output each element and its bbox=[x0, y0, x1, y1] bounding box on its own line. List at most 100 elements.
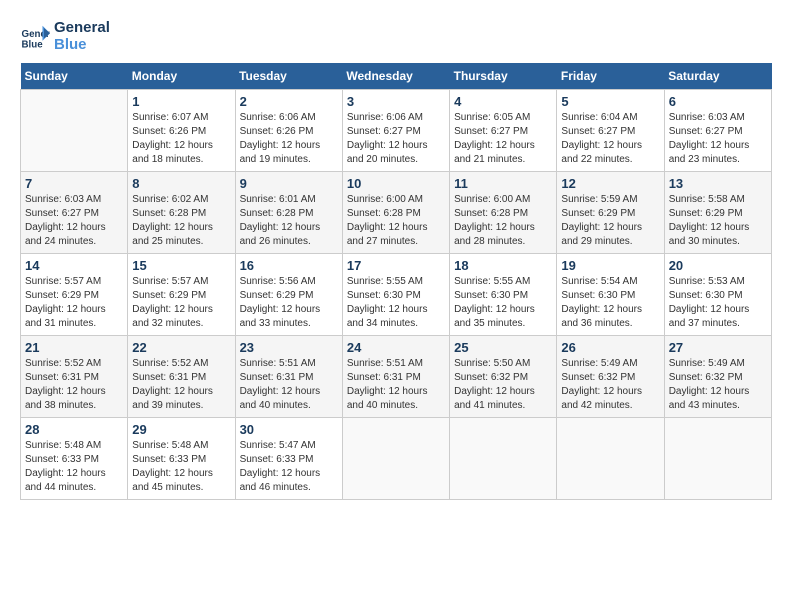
day-number: 30 bbox=[240, 422, 338, 437]
day-info: Sunrise: 5:49 AMSunset: 6:32 PMDaylight:… bbox=[561, 357, 659, 413]
header-thursday: Thursday bbox=[450, 63, 557, 90]
day-number: 8 bbox=[132, 176, 230, 191]
calendar-week-3: 14 Sunrise: 5:57 AMSunset: 6:29 PMDayligh… bbox=[21, 254, 772, 336]
day-number: 21 bbox=[25, 340, 123, 355]
calendar-cell: 17 Sunrise: 5:55 AMSunset: 6:30 PMDayligh… bbox=[342, 254, 449, 336]
calendar-cell: 4 Sunrise: 6:05 AMSunset: 6:27 PMDaylight… bbox=[450, 90, 557, 172]
day-info: Sunrise: 5:47 AMSunset: 6:33 PMDaylight:… bbox=[240, 439, 338, 495]
calendar-cell: 19 Sunrise: 5:54 AMSunset: 6:30 PMDayligh… bbox=[557, 254, 664, 336]
day-info: Sunrise: 5:51 AMSunset: 6:31 PMDaylight:… bbox=[240, 357, 338, 413]
calendar-cell: 30 Sunrise: 5:47 AMSunset: 6:33 PMDayligh… bbox=[235, 418, 342, 500]
calendar-cell bbox=[664, 418, 771, 500]
calendar-cell: 29 Sunrise: 5:48 AMSunset: 6:33 PMDayligh… bbox=[128, 418, 235, 500]
day-info: Sunrise: 5:57 AMSunset: 6:29 PMDaylight:… bbox=[132, 275, 230, 331]
day-info: Sunrise: 5:48 AMSunset: 6:33 PMDaylight:… bbox=[25, 439, 123, 495]
calendar-cell: 3Sunrise: 6:06 AMSunset: 6:27 PMDaylight… bbox=[342, 90, 449, 172]
day-number: 23 bbox=[240, 340, 338, 355]
day-number: 15 bbox=[132, 258, 230, 273]
day-number: 27 bbox=[669, 340, 767, 355]
day-info: Sunrise: 5:56 AMSunset: 6:29 PMDaylight:… bbox=[240, 275, 338, 331]
day-number: 25 bbox=[454, 340, 552, 355]
day-number: 12 bbox=[561, 176, 659, 191]
calendar-cell bbox=[342, 418, 449, 500]
day-info: Sunrise: 5:51 AMSunset: 6:31 PMDaylight:… bbox=[347, 357, 445, 413]
day-number: 9 bbox=[240, 176, 338, 191]
calendar-cell bbox=[557, 418, 664, 500]
day-number: 2 bbox=[240, 94, 338, 109]
calendar-cell: 25 Sunrise: 5:50 AMSunset: 6:32 PMDayligh… bbox=[450, 336, 557, 418]
day-number: 17 bbox=[347, 258, 445, 273]
day-number: 13 bbox=[669, 176, 767, 191]
day-info: Sunrise: 5:50 AMSunset: 6:32 PMDaylight:… bbox=[454, 357, 552, 413]
calendar-cell: 22 Sunrise: 5:52 AMSunset: 6:31 PMDayligh… bbox=[128, 336, 235, 418]
day-number: 6 bbox=[669, 94, 767, 109]
calendar-cell: 21Sunrise: 5:52 AMSunset: 6:31 PMDayligh… bbox=[21, 336, 128, 418]
day-number: 5 bbox=[561, 94, 659, 109]
calendar-cell: 18 Sunrise: 5:55 AMSunset: 6:30 PMDayligh… bbox=[450, 254, 557, 336]
day-info: Sunrise: 5:48 AMSunset: 6:33 PMDaylight:… bbox=[132, 439, 230, 495]
calendar-cell: 20Sunrise: 5:53 AMSunset: 6:30 PMDayligh… bbox=[664, 254, 771, 336]
calendar-cell: 14 Sunrise: 5:57 AMSunset: 6:29 PMDayligh… bbox=[21, 254, 128, 336]
calendar-week-1: 1 Sunrise: 6:07 AMSunset: 6:26 PMDaylight… bbox=[21, 90, 772, 172]
header-tuesday: Tuesday bbox=[235, 63, 342, 90]
day-number: 26 bbox=[561, 340, 659, 355]
day-number: 18 bbox=[454, 258, 552, 273]
day-info: Sunrise: 5:53 AMSunset: 6:30 PMDaylight:… bbox=[669, 275, 767, 331]
header-saturday: Saturday bbox=[664, 63, 771, 90]
day-info: Sunrise: 6:02 AMSunset: 6:28 PMDaylight:… bbox=[132, 193, 230, 249]
day-info: Sunrise: 6:06 AMSunset: 6:27 PMDaylight:… bbox=[347, 111, 445, 167]
day-number: 16 bbox=[240, 258, 338, 273]
calendar-cell: 2 Sunrise: 6:06 AMSunset: 6:26 PMDaylight… bbox=[235, 90, 342, 172]
calendar-cell bbox=[21, 90, 128, 172]
day-info: Sunrise: 6:03 AMSunset: 6:27 PMDaylight:… bbox=[25, 193, 123, 249]
day-info: Sunrise: 5:59 AMSunset: 6:29 PMDaylight:… bbox=[561, 193, 659, 249]
header-friday: Friday bbox=[557, 63, 664, 90]
calendar-cell bbox=[450, 418, 557, 500]
calendar-cell: 10 Sunrise: 6:00 AMSunset: 6:28 PMDayligh… bbox=[342, 172, 449, 254]
day-number: 1 bbox=[132, 94, 230, 109]
calendar-cell: 11Sunrise: 6:00 AMSunset: 6:28 PMDayligh… bbox=[450, 172, 557, 254]
calendar-cell: 13 Sunrise: 5:58 AMSunset: 6:29 PMDayligh… bbox=[664, 172, 771, 254]
day-number: 4 bbox=[454, 94, 552, 109]
logo-icon: General Blue bbox=[20, 22, 50, 52]
day-number: 19 bbox=[561, 258, 659, 273]
header-sunday: Sunday bbox=[21, 63, 128, 90]
day-number: 14 bbox=[25, 258, 123, 273]
calendar-header-row: SundayMondayTuesdayWednesdayThursdayFrid… bbox=[21, 63, 772, 90]
logo: General Blue General Blue bbox=[20, 20, 110, 53]
day-info: Sunrise: 6:00 AMSunset: 6:28 PMDaylight:… bbox=[347, 193, 445, 249]
day-info: Sunrise: 5:55 AMSunset: 6:30 PMDaylight:… bbox=[347, 275, 445, 331]
day-info: Sunrise: 6:04 AMSunset: 6:27 PMDaylight:… bbox=[561, 111, 659, 167]
calendar-cell: 1 Sunrise: 6:07 AMSunset: 6:26 PMDaylight… bbox=[128, 90, 235, 172]
day-number: 11 bbox=[454, 176, 552, 191]
calendar-cell: 15 Sunrise: 5:57 AMSunset: 6:29 PMDayligh… bbox=[128, 254, 235, 336]
day-info: Sunrise: 6:03 AMSunset: 6:27 PMDaylight:… bbox=[669, 111, 767, 167]
calendar-week-4: 21 Sunrise: 5:52 AMSunset: 6:31 PMDayligh… bbox=[21, 336, 772, 418]
calendar-cell: 8 Sunrise: 6:02 AMSunset: 6:28 PMDaylight… bbox=[128, 172, 235, 254]
calendar-week-2: 7 Sunrise: 6:03 AMSunset: 6:27 PMDaylight… bbox=[21, 172, 772, 254]
calendar-cell: 7 Sunrise: 6:03 AMSunset: 6:27 PMDaylight… bbox=[21, 172, 128, 254]
day-number: 7 bbox=[25, 176, 123, 191]
calendar-cell: 9 Sunrise: 6:01 AMSunset: 6:28 PMDaylight… bbox=[235, 172, 342, 254]
day-info: Sunrise: 6:07 AMSunset: 6:26 PMDaylight:… bbox=[132, 111, 230, 167]
logo-text-general: General bbox=[54, 20, 110, 37]
day-info: Sunrise: 5:52 AMSunset: 6:31 PMDaylight:… bbox=[132, 357, 230, 413]
calendar-cell: 12 Sunrise: 5:59 AMSunset: 6:29 PMDayligh… bbox=[557, 172, 664, 254]
day-number: 22 bbox=[132, 340, 230, 355]
day-info: Sunrise: 6:01 AMSunset: 6:28 PMDaylight:… bbox=[240, 193, 338, 249]
day-number: 10 bbox=[347, 176, 445, 191]
calendar-table: SundayMondayTuesdayWednesdayThursdayFrid… bbox=[20, 63, 772, 500]
day-info: Sunrise: 5:58 AMSunset: 6:29 PMDaylight:… bbox=[669, 193, 767, 249]
calendar-cell: 5 Sunrise: 6:04 AMSunset: 6:27 PMDaylight… bbox=[557, 90, 664, 172]
calendar-cell: 26 Sunrise: 5:49 AMSunset: 6:32 PMDayligh… bbox=[557, 336, 664, 418]
day-info: Sunrise: 5:57 AMSunset: 6:29 PMDaylight:… bbox=[25, 275, 123, 331]
day-info: Sunrise: 6:06 AMSunset: 6:26 PMDaylight:… bbox=[240, 111, 338, 167]
calendar-cell: 24Sunrise: 5:51 AMSunset: 6:31 PMDayligh… bbox=[342, 336, 449, 418]
day-number: 29 bbox=[132, 422, 230, 437]
day-info: Sunrise: 6:05 AMSunset: 6:27 PMDaylight:… bbox=[454, 111, 552, 167]
logo-text-blue: Blue bbox=[54, 37, 110, 54]
calendar-cell: 23 Sunrise: 5:51 AMSunset: 6:31 PMDayligh… bbox=[235, 336, 342, 418]
calendar-cell: 27Sunrise: 5:49 AMSunset: 6:32 PMDayligh… bbox=[664, 336, 771, 418]
day-info: Sunrise: 5:54 AMSunset: 6:30 PMDaylight:… bbox=[561, 275, 659, 331]
day-info: Sunrise: 5:55 AMSunset: 6:30 PMDaylight:… bbox=[454, 275, 552, 331]
